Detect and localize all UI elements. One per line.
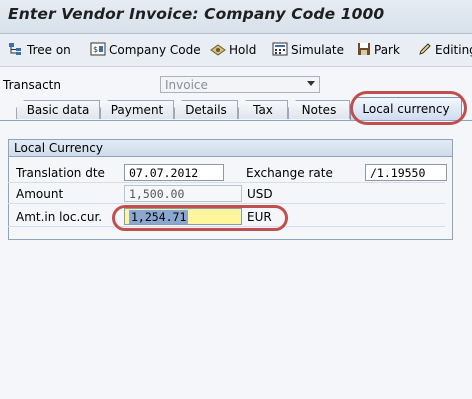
amount-local-value: 1,254.71	[129, 210, 189, 224]
title-bar: Enter Vendor Invoice: Company Code 1000	[0, 0, 472, 34]
tree-icon	[8, 42, 27, 59]
tab-tax[interactable]: Tax	[238, 100, 288, 119]
amount-label: Amount	[16, 187, 64, 201]
amount-local-currency: EUR	[247, 210, 272, 224]
tab-payment[interactable]: Payment	[100, 100, 174, 119]
amount-field[interactable]: 1,500.00	[124, 185, 242, 202]
application-toolbar: Tree on $ Company Code Hold Simulate Par…	[0, 34, 472, 67]
page-title: Enter Vendor Invoice: Company Code 1000	[8, 5, 385, 23]
simulate-button[interactable]: Simulate	[272, 41, 344, 59]
editing-label: Editing	[435, 43, 472, 57]
transaction-dropdown[interactable]: Invoice	[160, 76, 320, 93]
transaction-value: Invoice	[165, 78, 208, 92]
amount-currency: USD	[247, 187, 273, 201]
save-disk-icon	[357, 42, 374, 59]
hold-icon	[210, 42, 229, 59]
park-label: Park	[374, 43, 400, 57]
tree-on-label: Tree on	[27, 43, 71, 57]
editing-button[interactable]: Editing	[418, 41, 472, 59]
simulate-label: Simulate	[291, 43, 345, 57]
exchange-rate-field[interactable]: /1.19550	[365, 164, 447, 181]
park-button[interactable]: Park	[357, 41, 400, 59]
translation-date-field[interactable]: 07.07.2012	[124, 164, 224, 181]
hold-label: Hold	[229, 43, 257, 57]
company-code-label: Company Code	[109, 43, 201, 57]
amount-local-label: Amt.in loc.cur.	[16, 210, 103, 224]
tree-on-button[interactable]: Tree on	[8, 41, 71, 59]
tab-local-currency[interactable]: Local currency	[350, 97, 462, 120]
group-title: Local Currency	[9, 140, 452, 157]
chevron-down-icon	[307, 81, 315, 86]
simulate-icon	[272, 42, 291, 59]
hold-button[interactable]: Hold	[210, 41, 256, 59]
amount-local-field[interactable]: 1,254.71	[124, 208, 242, 225]
company-code-button[interactable]: $ Company Code	[90, 41, 201, 59]
exchange-rate-label: Exchange rate	[246, 166, 333, 180]
tab-notes[interactable]: Notes	[288, 100, 350, 119]
translation-date-label: Translation dte	[16, 166, 105, 180]
row-divider	[8, 203, 445, 204]
company-code-icon: $	[90, 42, 109, 59]
pencil-icon	[418, 42, 435, 59]
svg-text:$: $	[93, 45, 98, 54]
tab-details[interactable]: Details	[174, 100, 238, 119]
row-divider	[8, 182, 445, 183]
transaction-label: Transactn	[3, 78, 61, 92]
tab-basic-data[interactable]: Basic data	[16, 100, 100, 119]
tab-strip: Basic data Payment Details Tax Notes Loc…	[0, 96, 472, 121]
row-divider	[8, 226, 445, 227]
